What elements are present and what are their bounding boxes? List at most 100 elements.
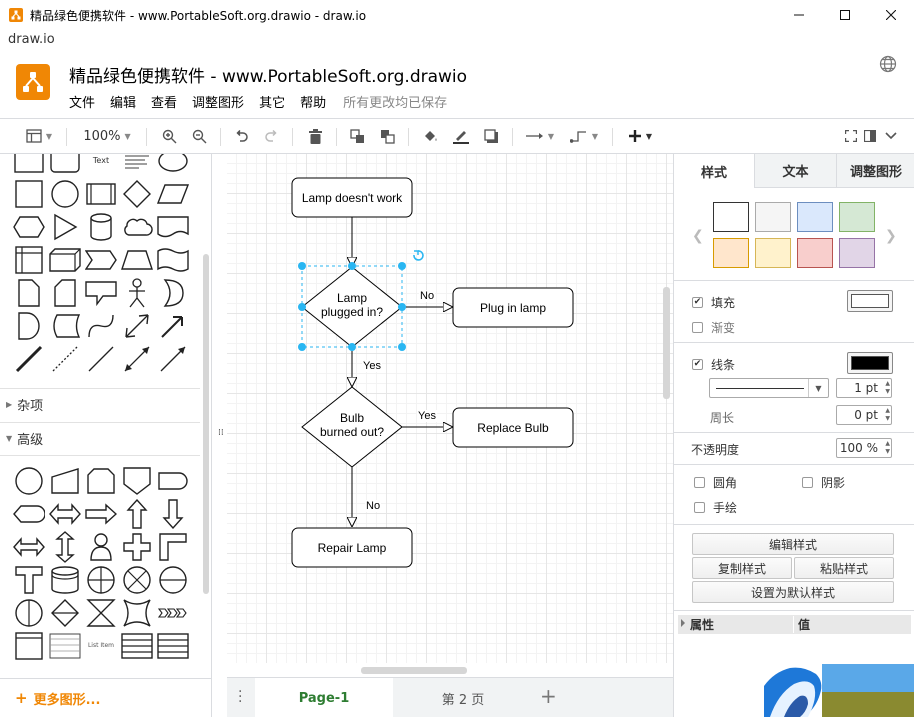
line-checkbox[interactable]: ✔ xyxy=(692,359,703,370)
shape-manual-input[interactable] xyxy=(47,464,83,497)
edge-label-no-2[interactable]: No xyxy=(365,500,382,512)
stepper-icon[interactable]: ▲ ▼ xyxy=(885,407,890,423)
label-lamp-doesnt-work[interactable]: Lamp doesn't work xyxy=(292,178,412,217)
shape-rounded-rect[interactable] xyxy=(47,154,83,177)
shape-cross[interactable] xyxy=(119,530,155,563)
shape-up-arrow[interactable] xyxy=(119,497,155,530)
style-swatch[interactable] xyxy=(713,238,749,268)
shape-adv-circle[interactable] xyxy=(11,464,47,497)
gradient-row[interactable]: 渐变 xyxy=(692,319,735,336)
label-repair-lamp[interactable]: Repair Lamp xyxy=(292,528,412,567)
shapes-scrollbar[interactable] xyxy=(203,254,209,594)
paste-style-button[interactable]: 粘贴样式 xyxy=(794,557,894,579)
globe-icon[interactable] xyxy=(879,55,897,73)
shape-document[interactable] xyxy=(155,210,191,243)
delete-icon[interactable] xyxy=(304,119,326,153)
collapse-icon[interactable] xyxy=(882,119,900,153)
shape-thick-line[interactable] xyxy=(11,342,47,375)
set-default-style-button[interactable]: 设置为默认样式 xyxy=(692,581,894,603)
shape-down-arrow[interactable] xyxy=(155,497,191,530)
shape-container[interactable] xyxy=(11,629,47,662)
style-swatch[interactable] xyxy=(755,238,791,268)
tab-page-2[interactable]: 第 2 页 xyxy=(393,678,533,717)
shape-display[interactable] xyxy=(11,497,47,530)
shape-curve[interactable] xyxy=(83,309,119,342)
fill-color-button[interactable] xyxy=(847,290,893,312)
shape-textbox[interactable] xyxy=(119,154,155,177)
shape-star-4[interactable] xyxy=(119,596,155,629)
properties-header[interactable]: 属性 值 xyxy=(678,615,911,634)
add-page-icon[interactable]: + xyxy=(540,684,557,708)
shape-offpage[interactable] xyxy=(119,464,155,497)
sketch-row[interactable]: 手绘 xyxy=(694,499,737,516)
copy-style-button[interactable]: 复制样式 xyxy=(692,557,792,579)
label-bulb-line1[interactable]: Bulb xyxy=(302,411,402,425)
canvas-vertical-scrollbar[interactable] xyxy=(663,287,670,399)
style-swatch[interactable] xyxy=(713,202,749,232)
shape-loop-limit[interactable] xyxy=(83,464,119,497)
zoom-in-icon[interactable] xyxy=(158,119,180,153)
shape-table[interactable] xyxy=(119,629,155,662)
shape-diamond[interactable] xyxy=(119,177,155,210)
document-title[interactable]: 精品绿色便携软件 - www.PortableSoft.org.drawio xyxy=(69,62,467,87)
shape-tee[interactable] xyxy=(11,563,47,596)
shape-person[interactable] xyxy=(83,530,119,563)
label-plugged-line1[interactable]: Lamp xyxy=(302,291,402,305)
redo-icon[interactable] xyxy=(260,119,282,153)
rounded-checkbox[interactable] xyxy=(694,477,705,488)
line-width-input[interactable]: 1 pt ▲ ▼ xyxy=(836,378,892,398)
label-bulb-line2[interactable]: burned out? xyxy=(302,425,402,439)
shape-hexagon[interactable] xyxy=(11,210,47,243)
shape-rectangle[interactable] xyxy=(11,154,47,177)
perimeter-input[interactable]: 0 pt ▲ ▼ xyxy=(836,405,892,425)
shape-or-junction[interactable] xyxy=(119,563,155,596)
style-swatch[interactable] xyxy=(755,202,791,232)
shape-sort[interactable] xyxy=(47,596,83,629)
opacity-input[interactable]: 100 % ▲ ▼ xyxy=(836,438,892,458)
section-advanced[interactable]: ▼ 高级 xyxy=(0,422,200,454)
shadow-icon[interactable] xyxy=(480,119,502,153)
to-front-icon[interactable] xyxy=(346,119,368,153)
shape-cube[interactable] xyxy=(47,243,83,276)
shape-triangle[interactable] xyxy=(47,210,83,243)
shape-stored-data[interactable] xyxy=(47,309,83,342)
shape-tape[interactable] xyxy=(155,243,191,276)
shape-card[interactable] xyxy=(47,276,83,309)
shape-ellipse[interactable] xyxy=(155,154,191,177)
shape-right-arrow[interactable] xyxy=(83,497,119,530)
shape-double-arrow-diag[interactable] xyxy=(119,309,155,342)
style-swatch[interactable] xyxy=(839,202,875,232)
more-shapes-button[interactable]: + 更多图形... xyxy=(0,678,211,717)
canvas-horizontal-scrollbar[interactable] xyxy=(361,667,467,674)
menu-view[interactable]: 查看 xyxy=(151,92,177,111)
shape-square[interactable] xyxy=(11,177,47,210)
shape-arrow-diag[interactable] xyxy=(155,309,191,342)
shape-process[interactable] xyxy=(83,177,119,210)
edit-style-button[interactable]: 编辑样式 xyxy=(692,533,894,555)
menu-file[interactable]: 文件 xyxy=(69,92,95,111)
shape-delay[interactable] xyxy=(155,464,191,497)
shape-vertical-double-arrow[interactable] xyxy=(47,530,83,563)
shape-line-circle[interactable] xyxy=(155,563,191,596)
maximize-icon[interactable] xyxy=(822,0,868,30)
shape-step[interactable] xyxy=(83,243,119,276)
shape-left-right-arrow[interactable] xyxy=(47,497,83,530)
fill-checkbox[interactable]: ✔ xyxy=(692,297,703,308)
menu-edit[interactable]: 编辑 xyxy=(110,92,136,111)
line-pattern-select[interactable]: ▼ xyxy=(709,378,829,398)
swatch-next-icon[interactable]: ❯ xyxy=(885,228,897,244)
shape-list[interactable] xyxy=(47,629,83,662)
shape-callout[interactable] xyxy=(83,276,119,309)
shape-cloud[interactable] xyxy=(119,210,155,243)
connection-icon[interactable]: ▼ xyxy=(522,119,558,153)
tab-style[interactable]: 样式 xyxy=(674,154,754,188)
to-back-icon[interactable] xyxy=(376,119,398,153)
shape-text[interactable]: Text xyxy=(83,154,119,177)
close-icon[interactable] xyxy=(868,0,914,30)
shadow-checkbox[interactable] xyxy=(802,477,813,488)
shape-chevron-list[interactable] xyxy=(155,596,191,629)
shape-internal-storage[interactable] xyxy=(11,243,47,276)
shape-bidir-connector[interactable] xyxy=(119,342,155,375)
shape-summing-junction[interactable] xyxy=(83,563,119,596)
shape-trapezoid[interactable] xyxy=(119,243,155,276)
